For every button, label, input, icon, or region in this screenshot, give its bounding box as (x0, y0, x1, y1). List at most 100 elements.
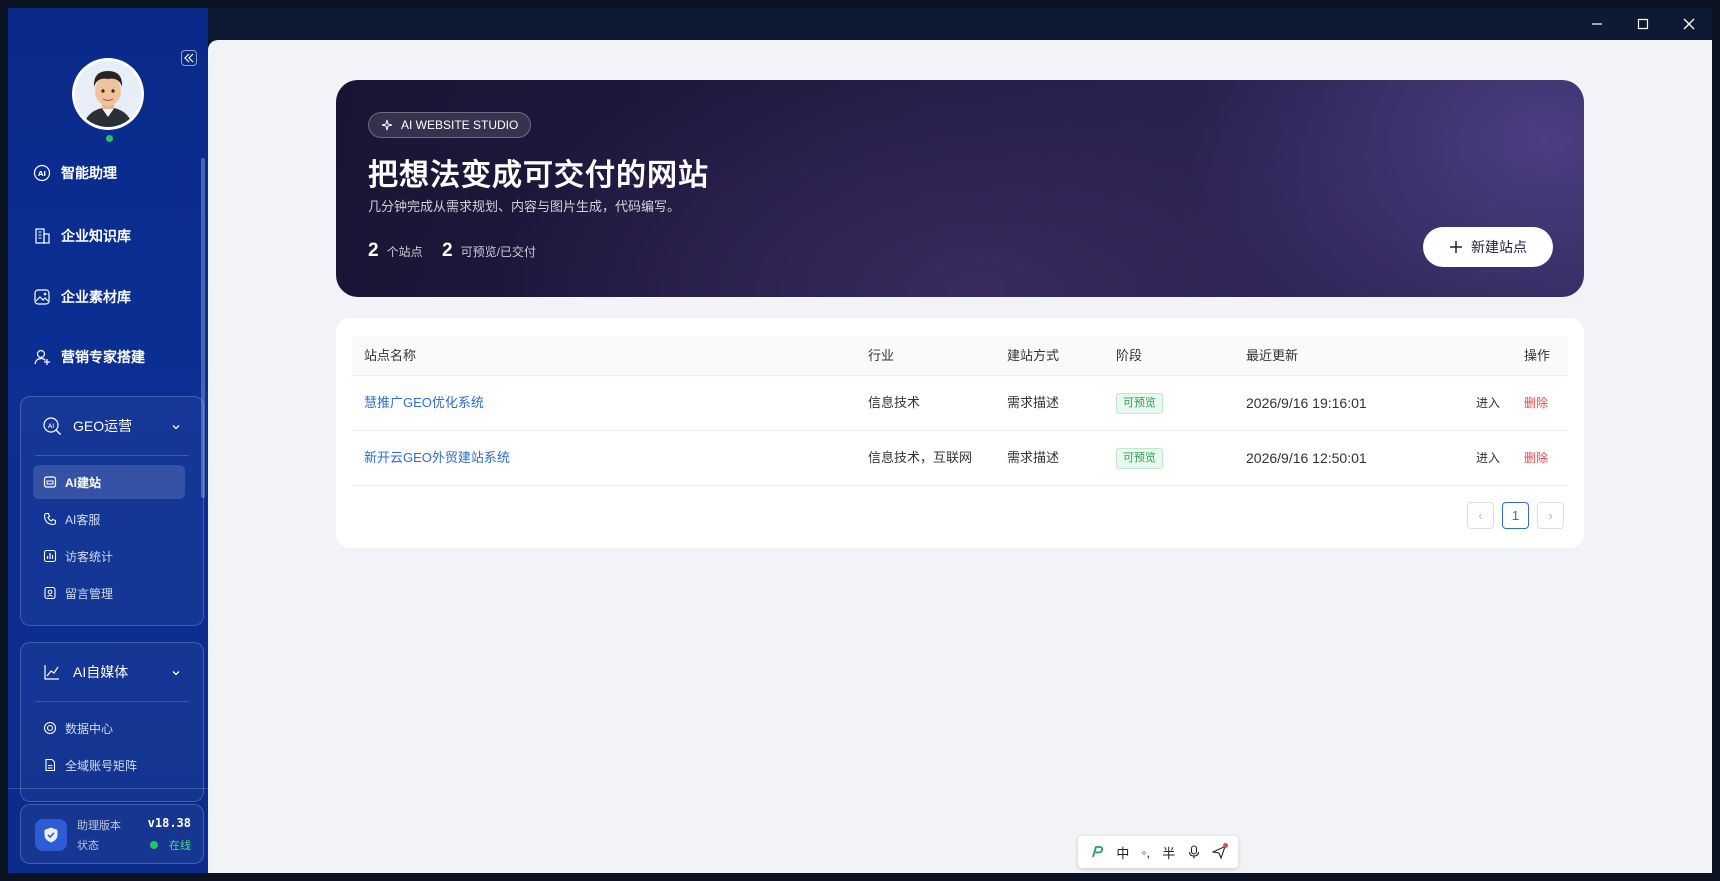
window-titlebar (8, 8, 1712, 40)
website-icon (43, 475, 57, 489)
plus-icon (1449, 240, 1463, 254)
ime-width-toggle[interactable]: 半 (1162, 843, 1175, 862)
maximize-button[interactable] (1620, 8, 1666, 40)
building-icon (33, 227, 51, 245)
stat-label: 可预览/已交付 (460, 245, 536, 259)
sidebar-item-assistant[interactable]: AI 智能助理 (33, 163, 117, 183)
collapse-sidebar-button[interactable] (181, 50, 197, 66)
close-icon (1683, 18, 1695, 30)
chevron-down-icon (171, 419, 181, 435)
sidebar-item-materials[interactable]: 企业素材库 (33, 287, 131, 307)
column-header-name: 站点名称 (364, 348, 417, 363)
pagination-page-1[interactable]: 1 (1502, 502, 1529, 529)
online-status-dot (104, 133, 115, 144)
site-name-link[interactable]: 新开云GEO外贸建站系统 (364, 431, 510, 485)
new-site-label: 新建站点 (1471, 239, 1527, 255)
hero-title: 把想法变成可交付的网站 (368, 159, 709, 192)
sidebar-group-geo: AI GEO运营 AI建站 AI客服 访客统计 留言管理 (20, 396, 204, 626)
ime-toolbar: 中 ◦, 半 (1078, 836, 1238, 868)
sidebar-group-media: AI自媒体 数据中心 全域账号矩阵 (20, 642, 204, 802)
group-divider (35, 455, 189, 456)
sidebar-item-knowledge[interactable]: 企业知识库 (33, 226, 131, 246)
taskbar (0, 873, 1720, 881)
phone-icon (43, 512, 57, 526)
sidebar-item-messages[interactable]: 留言管理 (33, 576, 185, 610)
stat-delivered: 2 可预览/已交付 (442, 240, 536, 262)
svg-text:AI: AI (38, 170, 46, 178)
sidebar-item-account-matrix[interactable]: 全域账号矩阵 (33, 748, 185, 782)
send-icon[interactable] (1211, 843, 1228, 859)
table-row: 慧推广GEO优化系统 信息技术 需求描述 可预览 2026/9/16 19:16… (352, 376, 1568, 431)
delete-button[interactable]: 删除 (1524, 431, 1548, 485)
media-group-header[interactable]: AI自媒体 (21, 643, 203, 701)
site-method: 需求描述 (1007, 395, 1060, 410)
document-icon (43, 758, 57, 772)
sidebar-item-visitor-stats[interactable]: 访客统计 (33, 539, 185, 573)
column-header-actions: 操作 (1524, 348, 1551, 363)
hero-subtitle: 几分钟完成从需求规划、内容与图片生成，代码编写。 (368, 199, 681, 214)
minimize-icon (1592, 23, 1602, 25)
avatar[interactable] (72, 58, 144, 130)
chevron-right-icon: › (1548, 508, 1553, 523)
delete-button[interactable]: 删除 (1524, 376, 1548, 430)
table-header: 站点名称 行业 建站方式 阶段 最近更新 操作 (352, 336, 1568, 376)
image-icon (33, 288, 51, 306)
badge-label: AI WEBSITE STUDIO (401, 118, 519, 132)
sidebar-item-marketing-expert[interactable]: 营销专家搭建 (33, 347, 145, 367)
new-site-button[interactable]: 新建站点 (1423, 227, 1553, 267)
site-updated: 2026/9/16 12:50:01 (1246, 450, 1367, 466)
sidebar-item-label: 智能助理 (61, 165, 117, 181)
sidebar-item-ai-service[interactable]: AI客服 (33, 502, 185, 536)
sidebar: AI 智能助理 企业知识库 企业素材库 营销专家搭建 AI GEO运营 AI建站… (8, 8, 208, 873)
pagination-next-button[interactable]: › (1537, 502, 1564, 529)
studio-badge: AI WEBSITE STUDIO (368, 112, 532, 138)
column-header-stage: 阶段 (1116, 348, 1143, 363)
sparkle-icon (381, 119, 393, 131)
media-group-title: AI自媒体 (73, 664, 129, 680)
geo-group-header[interactable]: AI GEO运营 (21, 397, 203, 455)
ime-punctuation-toggle[interactable]: ◦, (1142, 845, 1150, 860)
stage-badge: 可预览 (1116, 393, 1163, 414)
hero-banner: AI WEBSITE STUDIO 把想法变成可交付的网站 几分钟完成从需求规划… (336, 80, 1584, 297)
sidebar-item-label: 留言管理 (65, 586, 114, 601)
page-number: 1 (1511, 508, 1520, 523)
column-header-industry: 行业 (868, 348, 895, 363)
maximize-icon (1637, 18, 1649, 30)
enter-button[interactable]: 进入 (1476, 376, 1500, 430)
sites-table-card: 站点名称 行业 建站方式 阶段 最近更新 操作 慧推广GEO优化系统 信息技术 … (336, 318, 1584, 548)
double-chevron-left-icon (184, 53, 194, 63)
enter-button[interactable]: 进入 (1476, 431, 1500, 485)
ime-mode-toggle[interactable]: 中 (1116, 843, 1129, 862)
avatar-illustration (75, 61, 141, 127)
sidebar-divider (8, 788, 208, 789)
stat-value: 2 (368, 240, 379, 261)
geo-group-title: GEO运营 (73, 418, 133, 434)
pagination-prev-button[interactable]: ‹ (1467, 502, 1494, 529)
contact-card-icon (43, 586, 57, 600)
site-name-link[interactable]: 慧推广GEO优化系统 (364, 376, 484, 430)
target-icon (43, 721, 57, 735)
sidebar-item-label: AI建站 (65, 475, 102, 490)
state-label: 状态 (77, 840, 99, 852)
sidebar-item-label: 营销专家搭建 (61, 349, 145, 365)
column-header-updated: 最近更新 (1246, 348, 1299, 363)
sidebar-item-label: 企业素材库 (61, 289, 131, 305)
column-header-method: 建站方式 (1007, 348, 1060, 363)
ime-logo-icon[interactable] (1090, 845, 1104, 859)
microphone-icon[interactable] (1188, 845, 1200, 859)
sidebar-item-data-center[interactable]: 数据中心 (33, 711, 185, 745)
group-divider (35, 701, 189, 702)
trend-chart-icon (41, 661, 63, 683)
close-window-button[interactable] (1666, 8, 1712, 40)
stat-value: 2 (442, 240, 453, 261)
chevron-left-icon: ‹ (1478, 508, 1483, 523)
site-industry: 信息技术，互联网 (868, 450, 973, 465)
site-method: 需求描述 (1007, 450, 1060, 465)
minimize-button[interactable] (1574, 8, 1620, 40)
site-updated: 2026/9/16 19:16:01 (1246, 395, 1367, 411)
stat-sites: 2 个站点 (368, 240, 423, 262)
sidebar-item-ai-website[interactable]: AI建站 (33, 465, 185, 499)
state-dot (150, 841, 158, 849)
svg-text:AI: AI (48, 422, 54, 430)
assistant-status-card: 助理版本 v18.38 状态 在线 (20, 804, 204, 864)
